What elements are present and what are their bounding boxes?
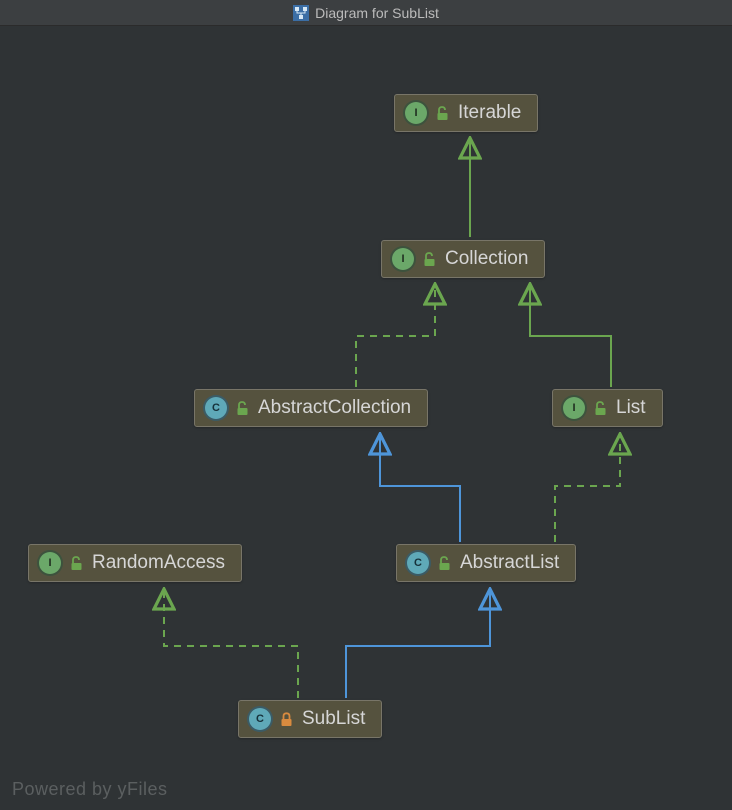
class-badge-icon: C bbox=[249, 708, 271, 730]
edge-list-collection bbox=[530, 286, 611, 387]
unlock-icon bbox=[423, 252, 436, 267]
diagram-canvas[interactable]: I Iterable I Collection C AbstractCollec… bbox=[0, 26, 732, 810]
node-label: RandomAccess bbox=[92, 552, 225, 574]
node-label: AbstractCollection bbox=[258, 397, 411, 419]
interface-badge-icon: I bbox=[392, 248, 414, 270]
attribution-text: Powered by yFiles bbox=[12, 779, 168, 800]
node-list[interactable]: I List bbox=[552, 389, 663, 427]
class-badge-icon: C bbox=[407, 552, 429, 574]
lock-icon bbox=[280, 712, 293, 727]
interface-badge-icon: I bbox=[39, 552, 61, 574]
unlock-icon bbox=[436, 106, 449, 121]
node-abstractlist[interactable]: C AbstractList bbox=[396, 544, 576, 582]
edge-abstractlist-abstractcollection bbox=[380, 436, 460, 542]
node-randomaccess[interactable]: I RandomAccess bbox=[28, 544, 242, 582]
node-label: Collection bbox=[445, 248, 528, 270]
diagram-icon bbox=[293, 5, 309, 21]
window-title: Diagram for SubList bbox=[315, 5, 439, 21]
node-iterable[interactable]: I Iterable bbox=[394, 94, 538, 132]
node-label: AbstractList bbox=[460, 552, 559, 574]
node-abstractcollection[interactable]: C AbstractCollection bbox=[194, 389, 428, 427]
unlock-icon bbox=[70, 556, 83, 571]
node-label: List bbox=[616, 397, 646, 419]
unlock-icon bbox=[438, 556, 451, 571]
edge-sublist-abstractlist bbox=[346, 591, 490, 698]
unlock-icon bbox=[594, 401, 607, 416]
edge-abstractlist-list bbox=[555, 436, 620, 542]
interface-badge-icon: I bbox=[405, 102, 427, 124]
class-badge-icon: C bbox=[205, 397, 227, 419]
node-sublist[interactable]: C SubList bbox=[238, 700, 382, 738]
window-header: Diagram for SubList bbox=[0, 0, 732, 26]
interface-badge-icon: I bbox=[563, 397, 585, 419]
edge-sublist-randomaccess bbox=[164, 591, 298, 698]
unlock-icon bbox=[236, 401, 249, 416]
node-label: SubList bbox=[302, 708, 365, 730]
edge-abstractcollection-collection bbox=[356, 286, 435, 387]
node-collection[interactable]: I Collection bbox=[381, 240, 545, 278]
node-label: Iterable bbox=[458, 102, 521, 124]
